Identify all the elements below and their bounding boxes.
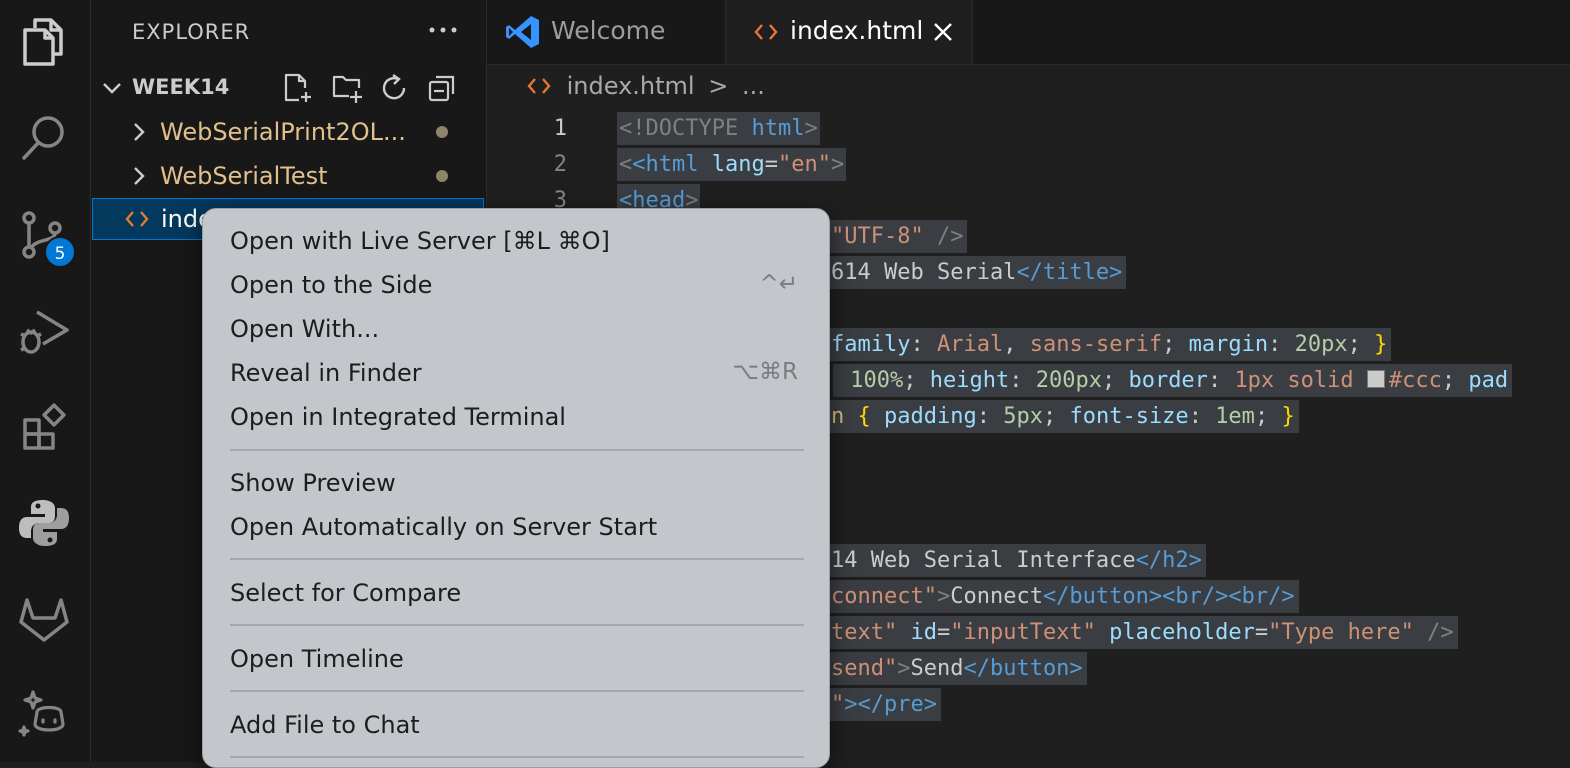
workspace-folder-label: WEEK14 — [132, 75, 230, 99]
tab-welcome[interactable]: Welcome — [487, 0, 726, 64]
editor-tabs: Welcome index.html — [487, 0, 1570, 65]
menu-item-select-for-compare[interactable]: Select for Compare — [230, 575, 804, 613]
menu-item-open-with[interactable]: Open With... — [230, 311, 804, 349]
close-icon[interactable] — [932, 21, 954, 43]
code-text: family: Arial, sans-serif; margin: 20px;… — [827, 328, 1392, 361]
code-line: 1 <!DOCTYPE html> — [487, 110, 1570, 146]
chevron-right-icon — [129, 165, 149, 187]
code-text: <<html lang="en"> — [617, 148, 847, 181]
explorer-icon[interactable] — [17, 14, 71, 68]
menu-item-reveal-in-finder[interactable]: Reveal in Finder ⌥⌘R — [230, 355, 804, 393]
line-number: 1 — [553, 116, 567, 141]
extensions-icon[interactable] — [17, 402, 71, 456]
search-icon[interactable] — [17, 110, 71, 164]
code-line: 2 <<html lang="en"> — [487, 146, 1570, 182]
tab-label: Welcome — [551, 16, 666, 45]
html-file-icon — [754, 22, 778, 42]
menu-item-add-file-to-chat[interactable]: Add File to Chat — [230, 707, 804, 745]
menu-separator — [230, 558, 804, 560]
run-debug-icon[interactable] — [17, 304, 71, 358]
menu-item-open-in-terminal[interactable]: Open in Integrated Terminal — [230, 399, 804, 437]
python-icon[interactable] — [17, 496, 71, 550]
menu-separator — [230, 690, 804, 692]
code-text: <!DOCTYPE html> — [617, 112, 820, 145]
new-file-icon[interactable] — [281, 72, 313, 104]
tab-index-html[interactable]: index.html — [726, 0, 973, 64]
gitlab-icon[interactable] — [17, 592, 71, 646]
activity-bar: 5 — [0, 0, 91, 762]
code-text: text" id="inputText" placeholder="Type h… — [827, 616, 1458, 649]
modified-dot — [436, 126, 448, 138]
tab-label: index.html — [790, 16, 924, 45]
chevron-right-icon — [129, 121, 149, 143]
shortcut-label: ⌥⌘R — [732, 359, 799, 385]
source-control-badge: 5 — [44, 236, 76, 268]
modified-dot — [436, 170, 448, 182]
color-swatch[interactable] — [1366, 370, 1385, 388]
tree-folder-item[interactable]: WebSerialPrint2OL... — [91, 110, 486, 154]
breadcrumb-rest[interactable]: ... — [742, 72, 765, 100]
code-text: n { padding: 5px; font-size: 1em; } — [827, 400, 1299, 433]
code-text: send">Send</button> — [827, 652, 1087, 685]
new-folder-icon[interactable] — [331, 72, 363, 104]
breadcrumb: index.html > ... — [527, 72, 765, 106]
code-text: 100%; height: 200px; border: 1px solid #… — [833, 364, 1513, 397]
menu-item-open-automatically[interactable]: Open Automatically on Server Start — [230, 509, 804, 547]
code-text: 614 Web Serial</title> — [827, 256, 1127, 289]
collapse-all-icon[interactable] — [426, 72, 458, 104]
code-text: connect">Connect</button><br/><br/> — [827, 580, 1299, 613]
shortcut-label: ^↵ — [759, 271, 798, 297]
breadcrumb-separator: > — [708, 72, 729, 100]
refresh-icon[interactable] — [378, 72, 410, 104]
menu-item-show-preview[interactable]: Show Preview — [230, 465, 804, 503]
code-text: "></pre> — [827, 688, 941, 721]
menu-item-open-with-live-server[interactable]: Open with Live Server [⌘L ⌘O] — [230, 223, 804, 261]
explorer-title: EXPLORER — [132, 20, 251, 44]
folder-label: WebSerialTest — [160, 162, 328, 190]
more-actions-icon[interactable] — [427, 18, 459, 42]
context-menu: Open with Live Server [⌘L ⌘O] Open to th… — [202, 208, 830, 768]
menu-item-open-to-side[interactable]: Open to the Side ^↵ — [230, 267, 804, 305]
tree-folder-item[interactable]: WebSerialTest — [91, 154, 486, 198]
menu-item-open-timeline[interactable]: Open Timeline — [230, 641, 804, 679]
code-text: 14 Web Serial Interface</h2> — [827, 544, 1206, 577]
workspace-folder-header[interactable]: WEEK14 — [91, 66, 486, 110]
vscode-logo-icon — [505, 14, 541, 50]
breadcrumb-file[interactable]: index.html — [567, 72, 695, 100]
menu-separator — [230, 449, 804, 451]
code-text: "UTF-8" /> — [827, 220, 968, 253]
html-file-icon — [125, 209, 149, 229]
html-file-icon — [527, 74, 551, 94]
menu-separator — [230, 756, 804, 758]
line-number: 2 — [553, 152, 567, 177]
folder-label: WebSerialPrint2OL... — [160, 118, 406, 146]
chevron-down-icon — [101, 77, 123, 99]
menu-separator — [230, 624, 804, 626]
copilot-icon[interactable] — [17, 688, 71, 742]
